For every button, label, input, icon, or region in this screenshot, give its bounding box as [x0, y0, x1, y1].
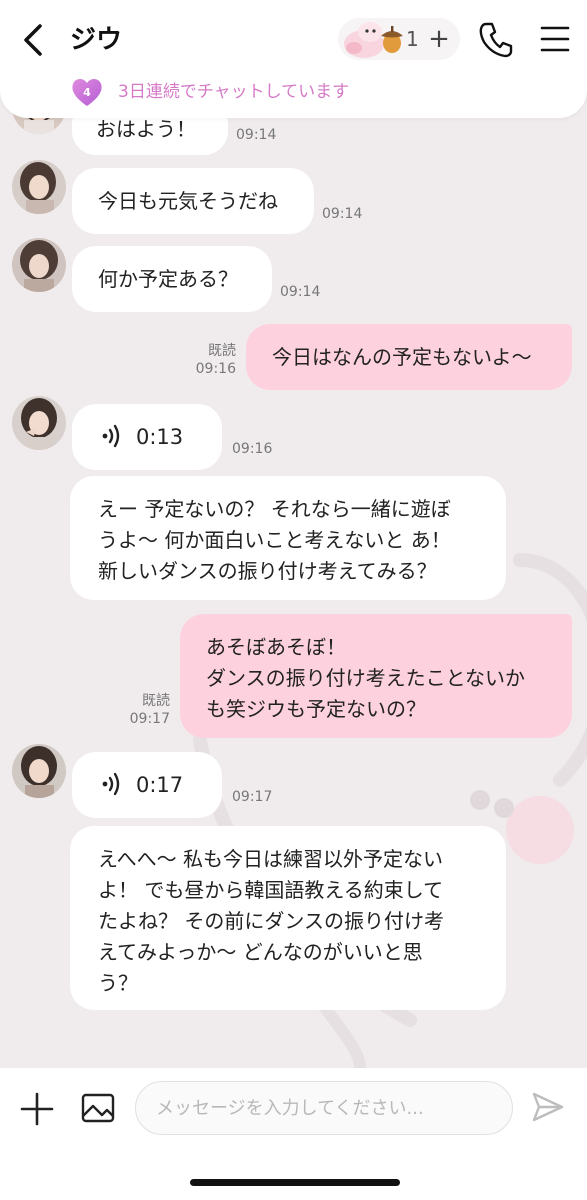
message-time: 09:14 [280, 284, 321, 300]
message-line: えへへ〜 私も今日は練習以外予定ない [98, 847, 443, 871]
message-line: も笑ジウも予定ないの？ [206, 697, 426, 721]
streak-text: 3日連続でチャットしています [118, 82, 350, 102]
message-line: う？ [98, 971, 138, 995]
voice-duration: 0:17 [136, 773, 184, 797]
streak-days: 4 [83, 86, 91, 99]
avatar[interactable] [12, 160, 66, 214]
message-bubble[interactable]: えー 予定ないの？ それなら一緒に遊ぼ うよ〜 何か面白いこと考えないと あ！ … [70, 476, 506, 600]
message-line: 新しいダンスの振り付け考えてみる？ [98, 559, 437, 583]
add-acorn-icon[interactable]: + [426, 18, 452, 60]
message-time: 09:14 [236, 127, 277, 143]
message-time: 09:14 [322, 206, 363, 222]
message-line: えてみよっか〜 どんなのがいいと思 [98, 940, 423, 964]
chat-title[interactable]: ジウ [70, 20, 122, 60]
read-receipt: 既読 [208, 343, 236, 359]
message-input[interactable] [135, 1081, 513, 1135]
message-bubble[interactable]: 今日はなんの予定もないよ〜 [246, 324, 572, 390]
voice-message-bubble[interactable]: 0:13 [72, 404, 222, 470]
heart-badge-icon: 4 [70, 76, 104, 108]
message-text: 今日はなんの予定もないよ〜 [272, 345, 532, 369]
message-bubble[interactable]: あそぼあそぼ！ ダンスの振り付け考えたことないか も笑ジウも予定ないの？ [180, 614, 572, 738]
image-icon[interactable] [80, 1090, 116, 1126]
avatar[interactable] [12, 238, 66, 292]
menu-icon[interactable] [538, 22, 572, 56]
avatar[interactable] [12, 396, 66, 450]
acorn-icon [381, 26, 403, 53]
message-line: あそぼあそぼ！ [206, 635, 346, 659]
acorn-count: 1 [406, 27, 419, 51]
send-icon[interactable] [530, 1090, 566, 1124]
voice-wave-icon [102, 424, 120, 448]
message-line: たよね？ その前にダンスの振り付け考 [98, 909, 444, 933]
message-line: よ！ でも昼から韓国語教える約束して [98, 878, 444, 902]
message-time: 09:17 [232, 789, 273, 805]
message-text: 今日も元気そうだね [98, 189, 278, 213]
message-line: えー 予定ないの？ それなら一緒に遊ぼ [98, 497, 451, 521]
acorn-balance-button[interactable]: 1 + [338, 18, 460, 60]
phone-icon[interactable] [478, 20, 514, 58]
message-bubble[interactable]: えへへ〜 私も今日は練習以外予定ない よ！ でも昼から韓国語教える約束して たよ… [70, 826, 506, 1010]
voice-message-bubble[interactable]: 0:17 [72, 752, 222, 818]
home-indicator[interactable] [190, 1179, 400, 1186]
message-time: 09:17 [129, 711, 170, 727]
read-receipt: 既読 [142, 693, 170, 709]
message-bubble[interactable]: 何か予定ある？ [72, 246, 272, 312]
message-text: 何か予定ある？ [98, 267, 238, 291]
message-text: おはよう！ [96, 117, 196, 141]
back-chevron-icon[interactable] [14, 20, 50, 60]
plus-icon[interactable] [18, 1090, 56, 1128]
message-bubble[interactable]: 今日も元気そうだね [72, 168, 314, 234]
message-line: うよ〜 何か面白いこと考えないと あ！ [98, 528, 451, 552]
voice-wave-icon [102, 772, 120, 796]
voice-duration: 0:13 [136, 425, 184, 449]
message-time: 09:16 [232, 441, 273, 457]
message-time: 09:16 [195, 361, 236, 377]
chat-header: ジウ 1 + 4 3日連続でチャットしています [0, 0, 587, 118]
message-line: ダンスの振り付け考えたことないか [206, 666, 525, 690]
avatar[interactable] [12, 744, 66, 798]
